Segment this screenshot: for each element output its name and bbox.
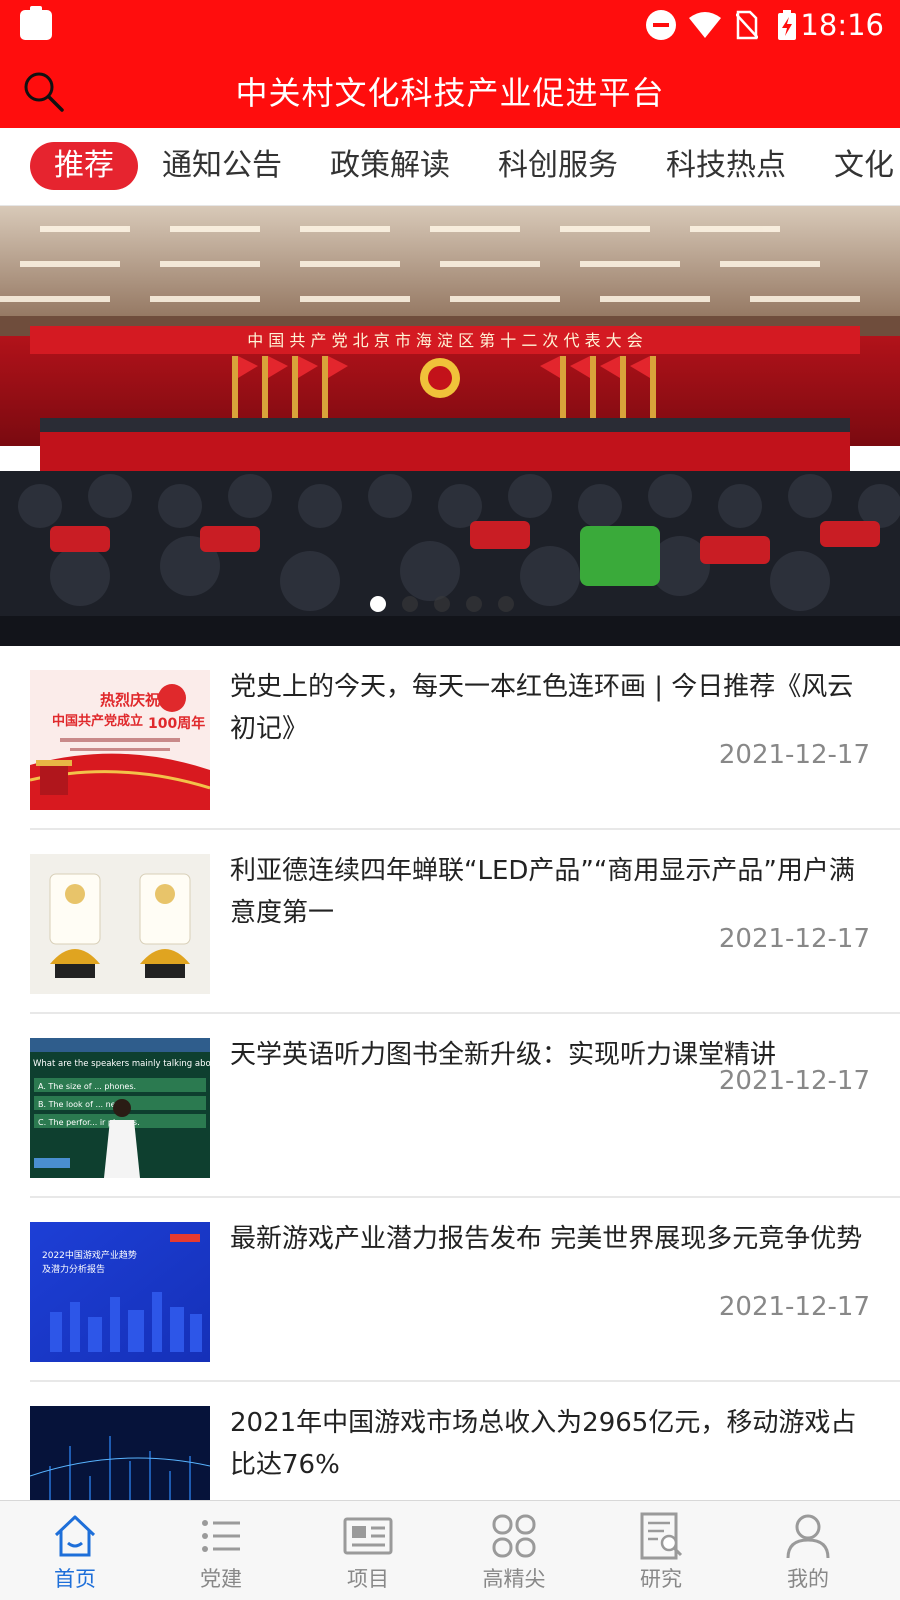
list-icon	[202, 1520, 240, 1552]
app-title: 中关村文化科技产业促进平台	[235, 74, 665, 112]
carousel-dot-3[interactable]	[434, 596, 450, 612]
banner-image: 中 国 共 产 党 北 京 市 海 淀 区 第 十 二 次 代 表 大 会	[0, 206, 900, 646]
carousel-dot-1[interactable]	[370, 596, 386, 612]
news-item[interactable]: 2021年中国游戏市场总收入为2965亿元，移动游戏占比达76%	[0, 1382, 900, 1500]
nav-label: 研究	[640, 1567, 682, 1591]
svg-text:中国共产党成立: 中国共产党成立	[52, 713, 143, 729]
tab-tech-hot[interactable]: 科技热点	[666, 142, 786, 190]
top-bar: 18:16 中关村文化科技产业促进平台	[0, 0, 900, 128]
news-item[interactable]: What are the speakers mainly talking abo…	[0, 1014, 900, 1198]
category-tabs: 推荐 通知公告 政策解读 科创服务 科技热点 文化	[0, 128, 900, 206]
nav-high-tech[interactable]: 高精尖	[439, 1501, 589, 1600]
carousel-dot-5[interactable]	[498, 596, 514, 612]
nav-profile[interactable]: 我的	[733, 1501, 883, 1600]
news-date: 2021-12-17	[718, 1292, 870, 1322]
svg-text:热烈庆祝: 热烈庆祝	[100, 691, 160, 709]
title-bar: 中关村文化科技产业促进平台	[0, 50, 900, 128]
status-time: 18:16	[800, 8, 884, 42]
research-icon	[640, 1512, 683, 1560]
news-thumbnail	[30, 1406, 210, 1500]
tab-recommend[interactable]: 推荐	[30, 142, 138, 190]
news-list: 热烈庆祝 中国共产党成立 100周年 党史上的今天，每天一本红色连环画 | 今日…	[0, 646, 900, 1500]
nav-label: 党建	[200, 1567, 242, 1591]
nav-label: 首页	[54, 1567, 96, 1591]
news-title: 最新游戏产业潜力报告发布 完美世界展现多元竞争优势	[230, 1224, 863, 1254]
news-item[interactable]: 2022中国游戏产业趋势 及潜力分析报告 最新游戏产业潜力报告发布 完美世界展现…	[0, 1198, 900, 1382]
no-sim-icon	[736, 10, 758, 40]
bottom-navigation: 首页 党建 项目 高精尖 研究 我的	[0, 1500, 900, 1600]
carousel-dot-4[interactable]	[466, 596, 482, 612]
newspaper-icon	[343, 1517, 393, 1555]
svg-text:What are the speakers mainly t: What are the speakers mainly talking abo…	[33, 1059, 210, 1069]
news-title: 2021年中国游戏市场总收入为2965亿元，移动游戏占比达76%	[230, 1408, 857, 1480]
svg-text:及潜力分析报告: 及潜力分析报告	[42, 1263, 105, 1275]
wifi-icon	[689, 12, 721, 38]
nav-research[interactable]: 研究	[586, 1501, 736, 1600]
news-date: 2021-12-17	[718, 924, 870, 954]
news-thumbnail: 2022中国游戏产业趋势 及潜力分析报告	[30, 1222, 210, 1362]
status-bar: 18:16	[0, 0, 900, 50]
svg-text:100周年: 100周年	[148, 715, 205, 732]
nav-label: 项目	[347, 1567, 389, 1591]
home-icon	[54, 1515, 96, 1557]
clipboard-icon	[20, 6, 52, 40]
banner-carousel[interactable]: 中 国 共 产 党 北 京 市 海 淀 区 第 十 二 次 代 表 大 会	[0, 206, 900, 646]
user-icon	[786, 1514, 830, 1559]
do-not-disturb-icon	[646, 10, 676, 40]
news-title: 利亚德连续四年蝉联“LED产品”“商用显示产品”用户满意度第一	[230, 856, 855, 928]
nav-party[interactable]: 党建	[146, 1501, 296, 1600]
svg-text:2022中国游戏产业趋势: 2022中国游戏产业趋势	[42, 1249, 137, 1261]
tab-notices[interactable]: 通知公告	[162, 142, 282, 190]
news-date: 2021-12-17	[718, 1066, 870, 1096]
news-item[interactable]: 利亚德连续四年蝉联“LED产品”“商用显示产品”用户满意度第一 2021-12-…	[0, 830, 900, 1014]
news-thumbnail: 热烈庆祝 中国共产党成立 100周年	[30, 670, 210, 810]
nav-home[interactable]: 首页	[0, 1501, 150, 1600]
svg-text:A. The size of ... phones.: A. The size of ... phones.	[38, 1082, 136, 1091]
tab-policy[interactable]: 政策解读	[330, 142, 450, 190]
banner-caption: 中 国 共 产 党 北 京 市 海 淀 区 第 十 二 次 代 表 大 会	[247, 331, 643, 350]
news-item[interactable]: 热烈庆祝 中国共产党成立 100周年 党史上的今天，每天一本红色连环画 | 今日…	[0, 646, 900, 830]
nav-label: 高精尖	[482, 1567, 546, 1591]
battery-charging-icon	[778, 10, 796, 40]
grid-icon	[492, 1514, 536, 1558]
svg-text:B. The look of ... nes.: B. The look of ... nes.	[38, 1100, 122, 1109]
news-date: 2021-12-17	[718, 740, 870, 770]
tab-sci-services[interactable]: 科创服务	[498, 142, 618, 190]
nav-projects[interactable]: 项目	[293, 1501, 443, 1600]
news-thumbnail	[30, 854, 210, 994]
carousel-dot-2[interactable]	[402, 596, 418, 612]
tab-culture[interactable]: 文化	[834, 142, 894, 190]
nav-label: 我的	[787, 1567, 829, 1591]
news-thumbnail: What are the speakers mainly talking abo…	[30, 1038, 210, 1178]
news-title: 党史上的今天，每天一本红色连环画 | 今日推荐《风云初记》	[230, 672, 854, 744]
